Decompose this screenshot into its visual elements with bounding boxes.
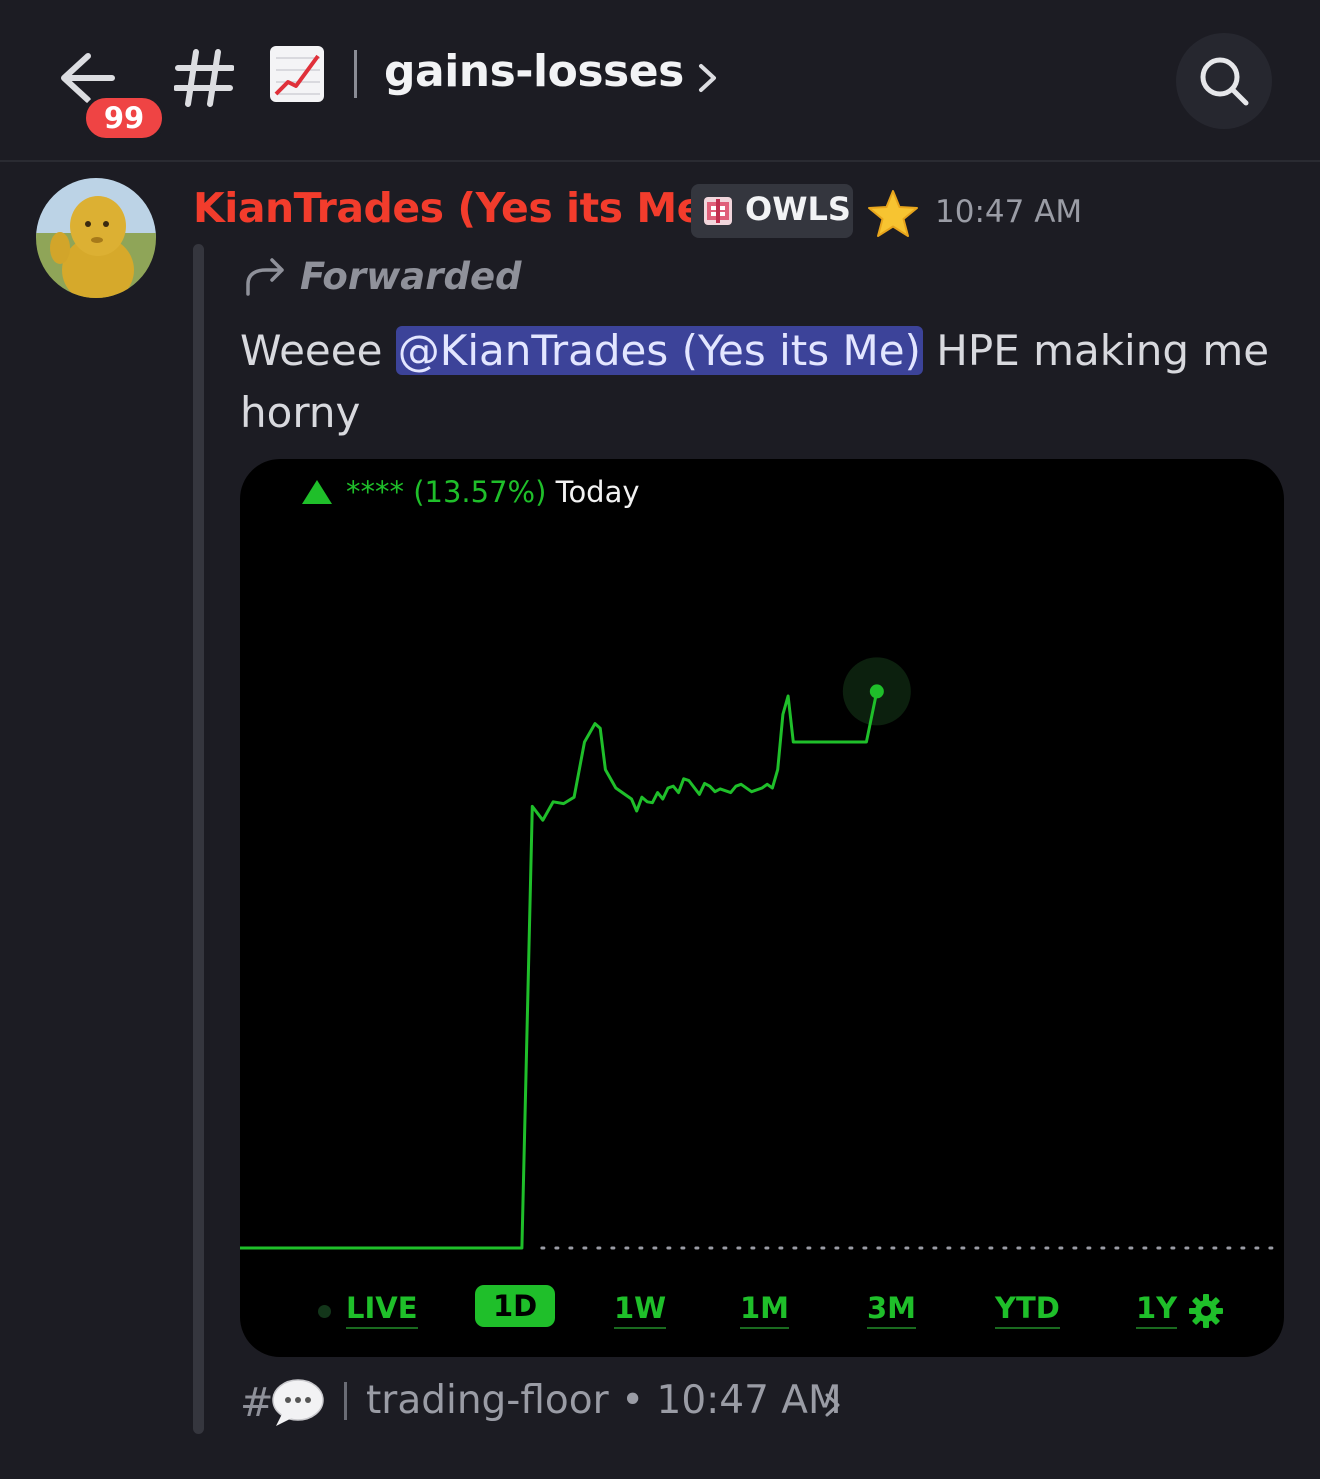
channel-header: 99 gains-losses xyxy=(0,0,1320,162)
footer-text: trading-floor • 10:47 AM xyxy=(366,1378,842,1423)
source-time: 10:47 AM xyxy=(656,1378,842,1423)
chevron-right-icon[interactable] xyxy=(696,58,720,98)
forwarded-label: Forwarded xyxy=(300,255,522,298)
search-icon xyxy=(1200,57,1249,106)
footer-dot: • xyxy=(621,1378,645,1423)
range-1w[interactable]: 1W xyxy=(614,1291,667,1329)
range-live[interactable]: LIVE xyxy=(346,1291,418,1329)
message-time: 10:47 AM xyxy=(935,194,1083,230)
price-chart xyxy=(240,657,1280,1250)
chart-increasing-emoji xyxy=(270,46,324,102)
gear-icon[interactable] xyxy=(1188,1293,1224,1329)
forward-indicator-bar xyxy=(193,244,204,1434)
range-1m[interactable]: 1M xyxy=(740,1291,790,1329)
speech-bubble-emoji xyxy=(272,1379,324,1426)
source-channel: trading-floor xyxy=(366,1378,609,1423)
user-mention[interactable]: @KianTrades (Yes its Me) xyxy=(395,326,923,375)
avatar-image xyxy=(36,178,156,298)
chevron-right-icon xyxy=(825,1393,840,1417)
range-3m[interactable]: 3M xyxy=(867,1291,917,1329)
username[interactable]: KianTrades (Yes its Me) xyxy=(193,184,723,232)
range-selector: LIVE 1D 1W 1M 3M YTD 1Y xyxy=(240,1285,1284,1341)
message-text-start: Weeee xyxy=(240,326,396,375)
attached-screenshot[interactable]: **** (13.57%) Today LIVE 1D 1W 1M 3M YTD… xyxy=(240,459,1284,1357)
role-tag-label: OWLS xyxy=(745,190,851,228)
range-1y[interactable]: 1Y xyxy=(1136,1291,1178,1329)
forward-source[interactable]: # trading-floor • 10:47 AM xyxy=(240,1376,940,1432)
range-1d[interactable]: 1D xyxy=(475,1285,556,1327)
search-button[interactable] xyxy=(1176,33,1272,129)
footer-divider xyxy=(344,1382,347,1420)
header-divider xyxy=(354,50,357,98)
last-price-dot xyxy=(869,684,884,699)
forward-arrow-icon xyxy=(246,258,284,296)
channel-name[interactable]: gains-losses xyxy=(384,46,684,97)
star-icon xyxy=(868,190,918,237)
message-body: Weeee @KianTrades (Yes its Me) HPE makin… xyxy=(240,320,1280,444)
avatar[interactable] xyxy=(36,178,156,298)
hash-icon xyxy=(174,49,234,107)
live-dot-icon xyxy=(318,1305,331,1318)
money-role-icon xyxy=(704,197,732,225)
unread-badge: 99 xyxy=(82,94,166,142)
price-line xyxy=(240,691,879,1250)
role-tag[interactable]: OWLS xyxy=(691,184,853,238)
range-ytd[interactable]: YTD xyxy=(995,1291,1060,1329)
